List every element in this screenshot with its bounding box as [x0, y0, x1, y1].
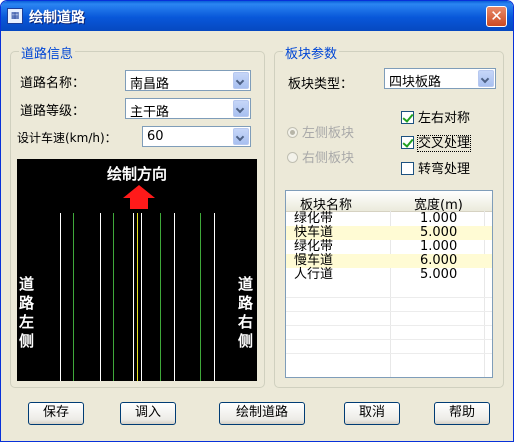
save-button[interactable]: 保存: [28, 402, 84, 425]
symmetric-label: 左右对称: [418, 111, 471, 126]
direction-arrow-icon: [123, 185, 155, 198]
cancel-button[interactable]: 取消: [344, 402, 400, 425]
row-divider: [286, 325, 492, 326]
lane-line: [100, 213, 101, 381]
cell-name: 绿化带: [294, 239, 334, 254]
lane-line: [160, 213, 161, 381]
row-divider: [286, 311, 492, 312]
lane-line: [113, 213, 114, 381]
close-button[interactable]: ✕: [486, 6, 507, 27]
radio-selected-icon[interactable]: [287, 127, 298, 138]
chevron-down-icon[interactable]: [478, 70, 494, 87]
road-name-value: 南昌路: [130, 77, 170, 92]
chevron-down-icon[interactable]: [233, 100, 249, 117]
table-row[interactable]: 快车道 5.000: [286, 226, 492, 240]
help-button[interactable]: 帮助: [434, 402, 490, 425]
row-divider: [286, 353, 492, 354]
cell-width: 1.000: [420, 211, 458, 226]
title-bar[interactable]: ▦ 绘制道路 ✕: [1, 1, 513, 31]
table-row[interactable]: 人行道 5.000: [286, 268, 492, 282]
dialog-window: ▦ 绘制道路 ✕ 道路信息 道路名称： 南昌路 道路等级： 主干路 设计车速(k…: [0, 0, 514, 442]
table-header: 板块名称 宽度(m): [286, 191, 492, 213]
lane-line: [174, 213, 175, 381]
cell-name: 人行道: [294, 267, 334, 282]
left-block-radio-label: 左侧板块: [302, 126, 355, 141]
load-button[interactable]: 调入: [120, 402, 176, 425]
right-block-radio[interactable]: 右侧板块: [287, 147, 354, 166]
draw-direction-label: 绘制方向: [106, 165, 167, 183]
block-params-legend: 板块参数: [283, 43, 340, 62]
cell-name: 快车道: [294, 225, 334, 240]
chevron-down-icon[interactable]: [233, 72, 249, 89]
window-title: 绘制道路: [29, 10, 85, 26]
checkmark-icon[interactable]: [401, 136, 414, 149]
right-block-radio-label: 右侧板块: [302, 151, 355, 166]
block-table[interactable]: 板块名称 宽度(m) 绿化带 1.000 快车道 5.000 绿化带 1.000…: [285, 190, 493, 378]
lane-line: [133, 213, 134, 381]
cross-label: 交叉处理: [416, 135, 472, 152]
lane-line: [60, 213, 61, 381]
cell-name: 慢车道: [294, 253, 334, 268]
road-name-select[interactable]: 南昌路: [125, 70, 251, 92]
road-info-legend: 道路信息: [19, 43, 76, 62]
lane-line: [137, 213, 138, 381]
checkbox-empty-icon[interactable]: [401, 162, 414, 175]
table-row[interactable]: 绿化带 1.000: [286, 212, 492, 226]
design-speed-value: 60: [147, 129, 164, 144]
chevron-down-icon[interactable]: [233, 128, 249, 145]
road-left-side-label: 道路左侧: [19, 275, 35, 350]
design-speed-label: 设计车速(km/h)：: [17, 131, 117, 145]
road-grade-label: 道路等级：: [20, 104, 86, 119]
app-grid-icon: ▦: [7, 8, 23, 24]
table-row[interactable]: 慢车道 6.000: [286, 254, 492, 268]
turn-checkbox[interactable]: 转弯处理: [401, 158, 470, 177]
draw-road-button[interactable]: 绘制道路: [219, 402, 305, 425]
road-grade-select[interactable]: 主干路: [125, 98, 251, 120]
block-type-select[interactable]: 四块板路: [384, 68, 496, 90]
cell-width: 6.000: [420, 253, 458, 268]
checkmark-icon[interactable]: [401, 111, 414, 124]
road-name-label: 道路名称：: [20, 76, 86, 91]
left-block-radio[interactable]: 左侧板块: [287, 122, 354, 141]
row-divider: [286, 297, 492, 298]
radio-unselected-icon[interactable]: [287, 152, 298, 163]
block-type-value: 四块板路: [389, 75, 442, 90]
road-grade-value: 主干路: [130, 105, 170, 120]
design-speed-select[interactable]: 60: [142, 126, 251, 147]
cell-width: 1.000: [420, 239, 458, 254]
cell-name: 绿化带: [294, 211, 334, 226]
road-preview-canvas: 绘制方向 道路左侧 道路右侧: [17, 159, 257, 381]
lane-line: [73, 213, 74, 381]
table-row[interactable]: 绿化带 1.000: [286, 240, 492, 254]
cell-width: 5.000: [420, 267, 458, 282]
lane-line: [200, 213, 201, 381]
row-divider: [286, 339, 492, 340]
direction-arrow-shaft: [130, 198, 148, 209]
cell-width: 5.000: [420, 225, 458, 240]
block-type-label: 板块类型：: [288, 77, 354, 92]
road-right-side-label: 道路右侧: [238, 275, 254, 350]
symmetric-checkbox[interactable]: 左右对称: [401, 107, 470, 126]
cross-checkbox[interactable]: 交叉处理: [401, 132, 472, 152]
lane-line: [214, 213, 215, 381]
lane-line: [141, 213, 142, 381]
turn-label: 转弯处理: [418, 162, 471, 177]
